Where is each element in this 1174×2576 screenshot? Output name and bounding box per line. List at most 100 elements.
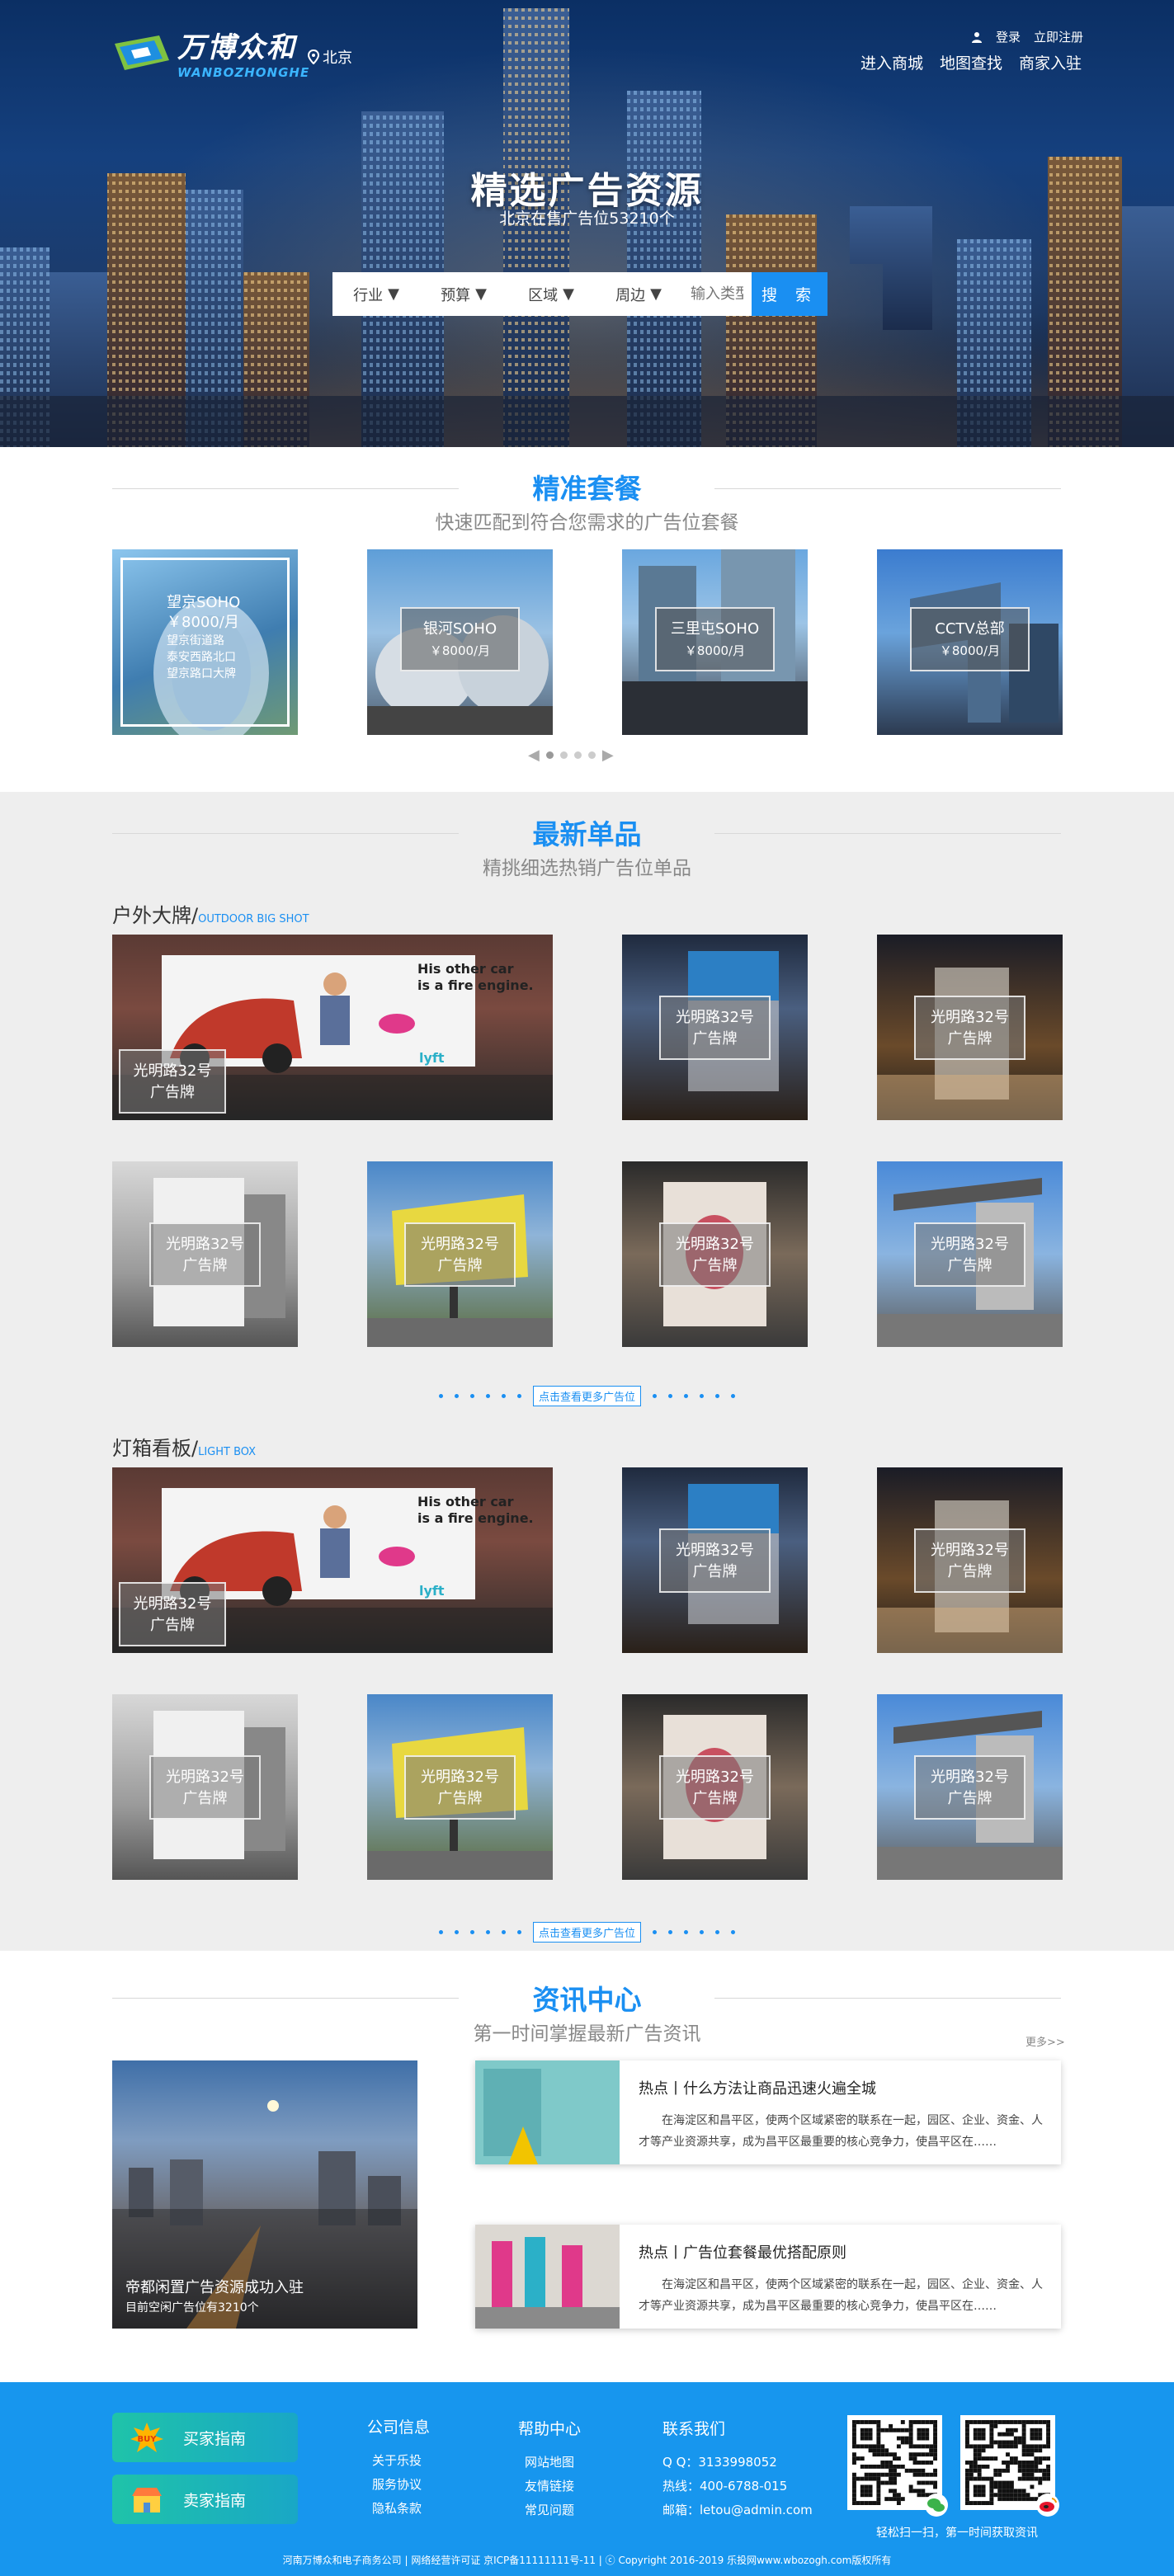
user-icon xyxy=(971,31,982,43)
product-card[interactable]: 光明路32号 广告牌 xyxy=(877,1161,1063,1347)
brand-logo[interactable]: 万博众和 WANBOZHONGHE xyxy=(111,25,309,80)
register-link[interactable]: 立即注册 xyxy=(1034,28,1083,45)
search-button[interactable]: 搜 索 xyxy=(752,272,827,316)
news-title: 资讯中心 xyxy=(532,1984,642,2016)
package-card[interactable]: CCTV总部 ￥8000/月 xyxy=(877,549,1063,735)
caret-down-icon: ▼ xyxy=(563,285,574,303)
lyft-logo: lyft xyxy=(419,1583,445,1599)
news-item[interactable]: 热点丨广告位套餐最优搭配原则 在海淀区和昌平区，使两个区域紧密的联系在一起，园区… xyxy=(475,2225,1061,2329)
auth-links: 登录 立即注册 xyxy=(971,28,1083,45)
carousel-dot[interactable] xyxy=(587,751,596,759)
card-title: 光明路32号 xyxy=(676,1542,754,1559)
product-card[interactable]: His other car is a fire engine. lyft 光明路32号… xyxy=(112,1467,553,1653)
category-name: 灯箱看板 xyxy=(112,1437,191,1460)
footer-link[interactable]: 关于乐投 xyxy=(367,2449,430,2473)
copyright: 河南万博众和电子商务公司 | 网络经营许可证 京ICP备11111111号-11… xyxy=(282,2555,892,2566)
card-subtitle: 广告牌 xyxy=(692,1790,738,1807)
card-label: 光明路32号 广告牌 xyxy=(914,1222,1025,1287)
brand-name-cn: 万博众和 xyxy=(177,31,296,64)
card-title: 光明路32号 xyxy=(676,1768,754,1786)
news-feature-sub: 目前空闲广告位有3210个 xyxy=(125,2301,259,2315)
product-card[interactable]: 光明路32号 广告牌 xyxy=(622,1467,808,1653)
card-title: 光明路32号 xyxy=(931,1009,1009,1026)
card-subtitle: 广告牌 xyxy=(182,1790,228,1807)
package-price: ￥8000/月 xyxy=(429,643,491,658)
news-feature[interactable]: 帝都闲置广告资源成功入驻 目前空闲广告位有3210个 xyxy=(112,2060,417,2329)
latest-title: 最新单品 xyxy=(532,818,642,850)
card-label: 光明路32号 广告牌 xyxy=(914,996,1025,1060)
filter-budget[interactable]: 预算 ▼ xyxy=(420,272,507,316)
contact-email[interactable]: 邮箱：letou@admin.com xyxy=(662,2498,813,2522)
card-subtitle: 广告牌 xyxy=(947,1790,992,1807)
footer-link[interactable]: 服务协议 xyxy=(367,2473,430,2497)
footer-link[interactable]: 常见问题 xyxy=(518,2498,581,2522)
view-more-button[interactable]: 点击查看更多广告位 xyxy=(532,1922,641,1943)
package-price: ￥8000/月 xyxy=(939,643,1001,658)
card-subtitle: 广告牌 xyxy=(947,1257,992,1274)
filter-industry[interactable]: 行业 ▼ xyxy=(332,272,420,316)
card-subtitle: 广告牌 xyxy=(692,1030,738,1048)
nav-merchant[interactable]: 商家入驻 xyxy=(1019,51,1082,73)
news-item[interactable]: 热点丨什么方法让商品迅速火遍全城 在海淀区和昌平区，使两个区域紧密的联系在一起，… xyxy=(475,2060,1061,2164)
filter-region[interactable]: 区域 ▼ xyxy=(507,272,595,316)
product-card[interactable]: 光明路32号 广告牌 xyxy=(367,1161,553,1347)
product-card[interactable]: 光明路32号 广告牌 xyxy=(622,935,808,1120)
news-item-title: 热点丨什么方法让商品迅速火遍全城 xyxy=(639,2080,876,2098)
card-title: 光明路32号 xyxy=(421,1768,499,1786)
package-card[interactable]: 望京SOHO ￥8000/月 望京街道路 泰安西路北口 望京路口大牌 xyxy=(112,549,298,735)
buyer-guide-button[interactable]: BUY 买家指南 xyxy=(112,2413,298,2462)
product-card[interactable]: 光明路32号 广告牌 xyxy=(367,1694,553,1880)
city-selector[interactable]: 北京 xyxy=(308,46,352,68)
product-card[interactable]: 光明路32号 广告牌 xyxy=(877,1694,1063,1880)
product-card[interactable]: 光明路32号 广告牌 xyxy=(622,1161,808,1347)
filter-nearby[interactable]: 周边 ▼ xyxy=(595,272,682,316)
card-title: 光明路32号 xyxy=(931,1236,1009,1253)
news-item-body: 在海淀区和昌平区，使两个区域紧密的联系在一起，园区、企业、资金、人才等产业资源共… xyxy=(639,2114,1043,2149)
search-input[interactable] xyxy=(682,272,752,316)
wechat-icon xyxy=(925,2494,948,2517)
carousel-dot[interactable] xyxy=(559,751,568,759)
product-card[interactable]: 光明路32号 广告牌 xyxy=(877,1467,1063,1653)
logo-mark-icon xyxy=(115,35,169,70)
card-label: 光明路32号 广告牌 xyxy=(659,1755,771,1820)
product-card[interactable]: 光明路32号 广告牌 xyxy=(877,935,1063,1120)
card-subtitle: 广告牌 xyxy=(437,1790,483,1807)
location-pin-icon xyxy=(308,49,319,64)
package-card[interactable]: 三里屯SOHO ￥8000/月 xyxy=(622,549,808,735)
card-label: 光明路32号 广告牌 xyxy=(149,1755,261,1820)
nav-mall[interactable]: 进入商城 xyxy=(860,51,923,73)
package-name: 望京SOHO xyxy=(167,594,241,611)
carousel-dot[interactable] xyxy=(545,751,554,759)
card-label: 光明路32号 广告牌 xyxy=(659,1528,771,1593)
product-card[interactable]: 光明路32号 广告牌 xyxy=(112,1161,298,1347)
carousel-dot[interactable] xyxy=(573,751,582,759)
more-row: 点击查看更多广告位 xyxy=(0,1922,1174,1943)
package-card[interactable]: 银河SOHO ￥8000/月 xyxy=(367,549,553,735)
news-more-link[interactable]: 更多>> xyxy=(1025,2033,1065,2049)
product-card[interactable]: His other car is a fire engine. lyft 光明路32号… xyxy=(112,935,553,1120)
prev-arrow-icon[interactable]: ◀ xyxy=(528,746,540,764)
footer-link[interactable]: 友情链接 xyxy=(518,2475,581,2498)
login-link[interactable]: 登录 xyxy=(996,28,1021,45)
next-arrow-icon[interactable]: ▶ xyxy=(602,746,614,764)
card-label: 光明路32号 广告牌 xyxy=(659,1222,771,1287)
package-price: ￥8000/月 xyxy=(684,643,746,658)
package-name: 三里屯SOHO xyxy=(670,620,760,638)
footer-link[interactable]: 隐私条款 xyxy=(367,2497,430,2521)
packages-title: 精准套餐 xyxy=(532,473,642,505)
city-name: 北京 xyxy=(323,49,352,67)
card-subtitle: 广告牌 xyxy=(692,1257,738,1274)
card-label: 光明路32号 广告牌 xyxy=(914,1528,1025,1593)
caret-down-icon: ▼ xyxy=(388,285,399,303)
category-heading: 灯箱看板/LIGHT BOX xyxy=(112,1437,257,1460)
product-card[interactable]: 光明路32号 广告牌 xyxy=(112,1694,298,1880)
seller-guide-button[interactable]: 卖家指南 xyxy=(112,2475,298,2524)
card-label: 光明路32号 广告牌 xyxy=(404,1755,516,1820)
view-more-button[interactable]: 点击查看更多广告位 xyxy=(532,1386,641,1406)
nav-map[interactable]: 地图查找 xyxy=(940,51,1002,73)
product-card[interactable]: 光明路32号 广告牌 xyxy=(622,1694,808,1880)
footer-link[interactable]: 网站地图 xyxy=(518,2451,581,2475)
card-title: 光明路32号 xyxy=(421,1236,499,1253)
search-bar: 行业▼ 预算▼ 区域▼ 周边▼ 搜 索 xyxy=(332,272,827,316)
package-price: ￥8000/月 xyxy=(167,614,239,631)
